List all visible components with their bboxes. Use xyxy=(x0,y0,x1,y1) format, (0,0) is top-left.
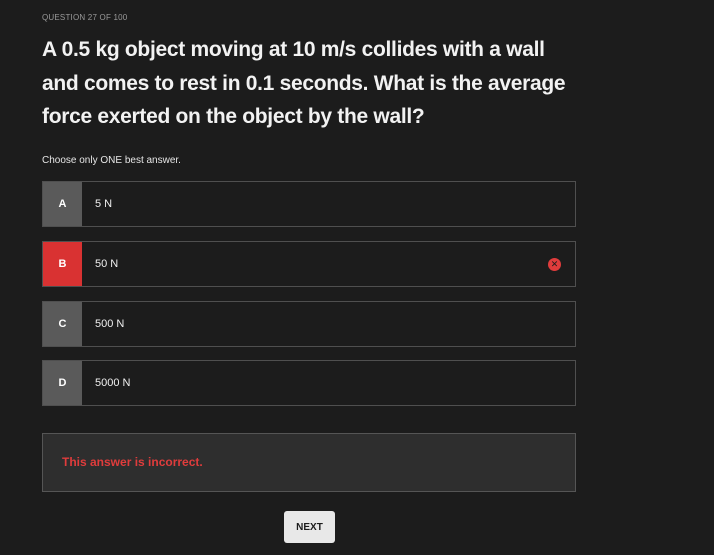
answer-instruction: Choose only ONE best answer. xyxy=(42,155,181,166)
answer-option-a[interactable]: A 5 N xyxy=(42,181,576,227)
option-text: 5000 N xyxy=(95,377,131,389)
question-counter: QUESTION 27 OF 100 xyxy=(42,13,128,22)
option-letter: A xyxy=(43,182,82,226)
x-circle-icon: ✕ xyxy=(548,258,561,271)
next-button[interactable]: NEXT xyxy=(284,511,335,543)
quiz-page: QUESTION 27 OF 100 A 0.5 kg object movin… xyxy=(0,0,714,555)
question-text: A 0.5 kg object moving at 10 m/s collide… xyxy=(42,38,566,128)
feedback-panel: This answer is incorrect. xyxy=(42,433,576,492)
option-letter: B xyxy=(43,242,82,286)
answer-option-d[interactable]: D 5000 N xyxy=(42,360,576,406)
option-text: 5 N xyxy=(95,198,113,210)
option-text: 500 N xyxy=(95,318,125,330)
option-text: 50 N xyxy=(95,258,119,270)
option-letter: C xyxy=(43,302,82,346)
answer-option-c[interactable]: C 500 N xyxy=(42,301,576,347)
option-letter: D xyxy=(43,361,82,405)
answer-option-b[interactable]: B 50 N ✕ xyxy=(42,241,576,287)
feedback-text: This answer is incorrect. xyxy=(62,455,203,469)
